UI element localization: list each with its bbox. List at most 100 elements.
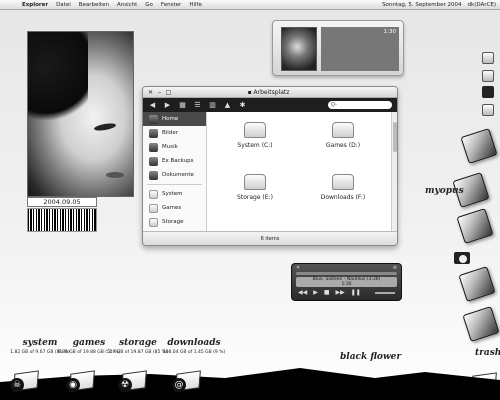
menubar-date[interactable]: Sonntag, 5. September 2004 <box>382 2 461 8</box>
menu-datei[interactable]: Datei <box>52 2 75 8</box>
player-controls: ◀◀ ▶ ■ ▶▶ ❚❚ <box>292 287 401 298</box>
dock-folder-icon[interactable] <box>460 128 498 164</box>
drive-label: Downloads (F:) <box>320 194 366 201</box>
music-player-widget: ✕ ≡ Blue, Sixteen - Nautilus (3:36) 1:30… <box>291 263 402 301</box>
dock-drive-icon[interactable] <box>482 70 494 82</box>
menu-explorer[interactable]: Explorer <box>18 2 52 8</box>
icon-view-icon[interactable]: ▦ <box>178 101 187 109</box>
dock-drive-icon[interactable] <box>482 52 494 64</box>
dock-folder-icon[interactable] <box>462 306 500 342</box>
volume-slider[interactable] <box>375 291 395 294</box>
menu-bearbeiten[interactable]: Bearbeiten <box>75 2 113 8</box>
vertical-scrollbar[interactable] <box>391 112 397 232</box>
window-title-text: Arbeitsplatz <box>253 88 290 96</box>
window-title: ▪ Arbeitsplatz <box>247 88 290 96</box>
black-flower-label: black flower <box>340 352 402 362</box>
photo-lips <box>106 172 124 178</box>
menubar: Explorer Datei Bearbeiten Ansicht Go Fen… <box>0 0 500 10</box>
drive-downloads[interactable]: Downloads (F:) <box>308 174 378 201</box>
at-icon: @ <box>172 378 186 392</box>
bottom-icon-storage[interactable]: ☢ <box>118 370 148 394</box>
scrollbar-thumb[interactable] <box>393 122 397 152</box>
drive-storage[interactable]: Storage (E:) <box>220 174 290 201</box>
stop-icon[interactable]: ■ <box>324 289 330 296</box>
myopus-label: myopus <box>425 186 464 196</box>
sidebar-item-label: Dokumente <box>162 172 194 178</box>
camera-icon[interactable] <box>454 252 470 264</box>
maximize-icon[interactable]: □ <box>165 89 172 96</box>
player-titlebar[interactable]: ✕ ≡ <box>292 264 401 272</box>
drive-label: Games (D:) <box>325 142 361 149</box>
menu-fenster[interactable]: Fenster <box>157 2 185 8</box>
finder-window: ✕ – □ ▪ Arbeitsplatz ◀ ▶ ▦ ☰ ▥ ▲ ✱ Q- Ho… <box>142 86 398 246</box>
sidebar-item-home[interactable]: Home <box>143 112 206 126</box>
previous-icon[interactable]: ◀◀ <box>298 289 307 296</box>
drive-icon <box>332 122 354 138</box>
back-icon[interactable]: ◀ <box>148 101 157 109</box>
sidebar-item-games[interactable]: Games <box>143 201 206 215</box>
gear-icon[interactable]: ✱ <box>238 101 247 109</box>
folder-icon <box>149 128 158 138</box>
sidebar-item-ex-backups[interactable]: Ex Backups <box>143 154 206 168</box>
dock-document-icon[interactable] <box>482 104 494 116</box>
sidebar-item-label: Musik <box>162 144 178 150</box>
menu-ansicht[interactable]: Ansicht <box>113 2 141 8</box>
dock-folder-icon[interactable] <box>482 86 494 98</box>
sidebar-item-label: Home <box>162 116 179 122</box>
skull-icon: ☠ <box>10 378 24 392</box>
sidebar-item-dokumente[interactable]: Dokumente <box>143 168 206 182</box>
finder-toolbar: ◀ ▶ ▦ ☰ ▥ ▲ ✱ Q- <box>143 98 397 112</box>
menubar-user[interactable]: dk(DArCE) <box>468 2 496 8</box>
drive-icon <box>149 217 158 227</box>
minimize-icon[interactable]: – <box>156 89 163 96</box>
drive-icon <box>149 203 158 213</box>
drive-icon <box>244 122 266 138</box>
progress-bar[interactable] <box>296 272 397 275</box>
folder-icon <box>149 142 158 152</box>
player-track-display: Blue, Sixteen - Nautilus (3:36) 1:30 <box>296 277 397 287</box>
bottom-label-system: system <box>22 338 58 348</box>
finder-titlebar[interactable]: ✕ – □ ▪ Arbeitsplatz <box>143 87 397 98</box>
menu-icon[interactable]: ≡ <box>393 265 397 271</box>
eye-icon: ◉ <box>66 378 80 392</box>
photo-timestamp: 2004.09.05 14:54:38 <box>27 197 97 215</box>
bottom-label-storage: storage <box>119 338 157 348</box>
sidebar-item-bilder[interactable]: Bilder <box>143 126 206 140</box>
play-icon[interactable]: ▶ <box>313 289 318 296</box>
forward-icon[interactable]: ▶ <box>163 101 172 109</box>
list-view-icon[interactable]: ☰ <box>193 101 202 109</box>
drive-games[interactable]: Games (D:) <box>308 122 378 149</box>
menu-go[interactable]: Go <box>141 2 157 8</box>
dock-folder-icon[interactable] <box>458 266 496 302</box>
bottom-label-games: games <box>72 338 106 348</box>
next-icon[interactable]: ▶▶ <box>336 289 345 296</box>
bottom-icon-system[interactable]: ☠ <box>10 370 40 394</box>
now-playing-time: 1:30 <box>383 29 396 35</box>
sidebar-item-storage[interactable]: Storage <box>143 215 206 229</box>
barcode <box>27 208 97 232</box>
drive-label: Storage (E:) <box>237 194 273 201</box>
sidebar-item-label: Storage <box>162 219 184 225</box>
drive-system[interactable]: System (C:) <box>220 122 290 149</box>
drive-icon <box>244 174 266 190</box>
column-view-icon[interactable]: ▥ <box>208 101 217 109</box>
sidebar-item-system[interactable]: System <box>143 187 206 201</box>
windows-logo-icon <box>149 114 158 124</box>
bottom-icon-games[interactable]: ◉ <box>66 370 96 394</box>
desktop-photo <box>27 31 134 197</box>
pause-icon[interactable]: ❚❚ <box>351 289 361 296</box>
search-input[interactable]: Q- <box>328 101 392 109</box>
close-icon[interactable]: ✕ <box>147 89 154 96</box>
now-playing-widget[interactable]: 1:30 <box>272 20 404 76</box>
close-icon[interactable]: ✕ <box>296 265 300 271</box>
drive-icon <box>149 189 158 199</box>
bottom-icon-downloads[interactable]: @ <box>172 370 202 394</box>
sidebar-item-musik[interactable]: Musik <box>143 140 206 154</box>
finder-content: System (C:) Games (D:) Storage (E:) Down… <box>208 112 393 232</box>
sidebar-item-label: Games <box>162 205 182 211</box>
bottom-sub-downloads: 108.04 GB of 1.45 GB (9 %) <box>162 350 226 355</box>
dock-music-folder-icon[interactable] <box>456 208 494 244</box>
folder-icon <box>149 170 158 180</box>
up-icon[interactable]: ▲ <box>223 101 232 109</box>
menu-hilfe[interactable]: Hilfe <box>185 2 206 8</box>
